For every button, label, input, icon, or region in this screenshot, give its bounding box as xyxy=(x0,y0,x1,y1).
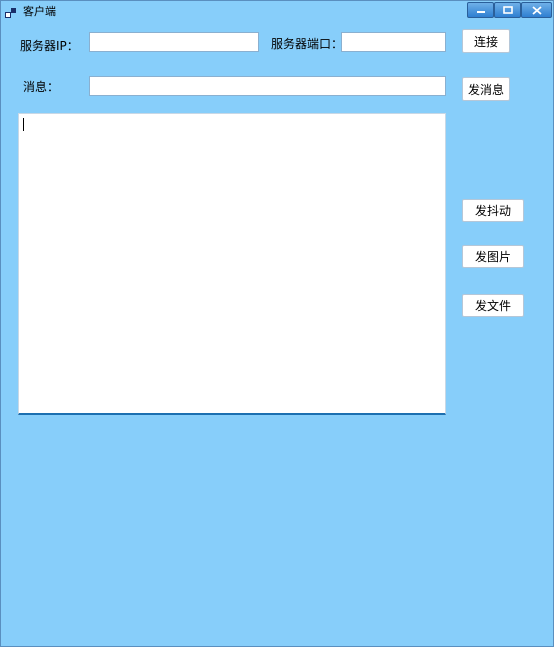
server-port-label: 服务器端口： xyxy=(271,37,344,51)
send-shake-button[interactable]: 发抖动 xyxy=(462,199,524,222)
title-bar[interactable]: 客户端 xyxy=(1,1,553,18)
message-input[interactable] xyxy=(89,76,446,96)
app-window-icon xyxy=(5,4,17,18)
send-message-button[interactable]: 发消息 xyxy=(462,77,510,101)
connect-button[interactable]: 连接 xyxy=(462,29,510,53)
maximize-icon xyxy=(502,6,513,14)
window-title: 客户端 xyxy=(23,5,56,18)
minimize-button[interactable] xyxy=(467,2,494,18)
server-ip-label: 服务器IP： xyxy=(20,39,79,53)
chat-log-textarea[interactable] xyxy=(18,113,446,415)
minimize-icon xyxy=(476,11,485,13)
send-file-button[interactable]: 发文件 xyxy=(462,294,524,317)
send-picture-button[interactable]: 发图片 xyxy=(462,245,524,268)
close-button[interactable] xyxy=(521,2,552,18)
close-icon xyxy=(531,5,542,15)
text-caret xyxy=(23,118,24,131)
client-window: 客户端 服务器IP： 服务器端口： 连接 消息： 发消息 发抖动 发图片 发文件 xyxy=(0,0,554,647)
server-ip-input[interactable] xyxy=(89,32,259,52)
server-port-input[interactable] xyxy=(341,32,446,52)
maximize-button[interactable] xyxy=(494,2,521,18)
message-label: 消息： xyxy=(23,80,60,94)
